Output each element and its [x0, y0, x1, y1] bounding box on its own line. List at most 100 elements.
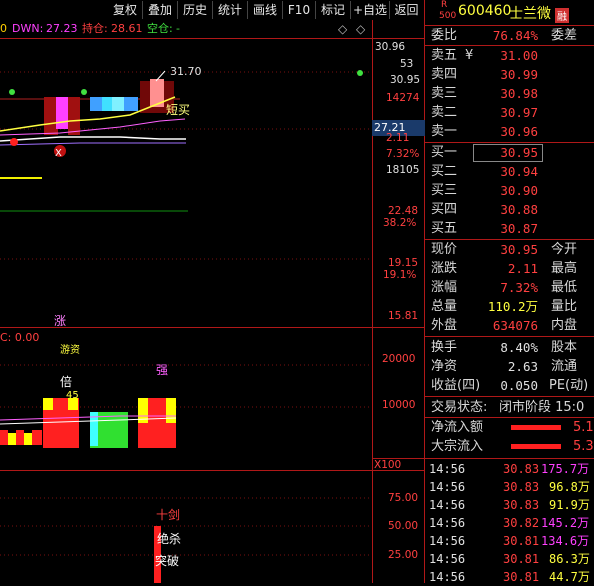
volume-chart: 游资 倍 45 强	[0, 343, 372, 448]
toolbar-f10-button[interactable]: F10	[283, 1, 316, 19]
tick-row: 14:56 30.83 91.9万	[425, 496, 594, 514]
stat2-row: 净资 2.63 流通	[425, 357, 594, 376]
flow-row: 净流入额 5.1	[425, 418, 594, 437]
indicator-info-line: 0 DWN: 27.23 持仓: 28.61 空仓: - ◇ ◇	[0, 20, 424, 38]
sell-level-price: 30.99	[500, 67, 538, 82]
buy-level-3[interactable]: 买三 30.90	[425, 181, 594, 200]
stock-code: 600460	[458, 3, 512, 19]
main-price-chart: X 31.70 短买 涨	[0, 65, 372, 327]
toolbar-stats-button[interactable]: 统计	[213, 1, 248, 19]
weicha-label: 委差	[551, 28, 578, 43]
buy-level-2[interactable]: 买二 30.94	[425, 162, 594, 181]
toolbar-draw-button[interactable]: 画线	[248, 1, 283, 19]
axis-1915: 19.15	[388, 257, 419, 269]
sell-level-price: 30.97	[500, 105, 538, 120]
stat-value: 7.32%	[500, 280, 538, 295]
sell-level-label: 卖一	[431, 124, 458, 139]
toolbar-fuquan-button[interactable]: 复权	[108, 1, 143, 19]
hold-value: 28.61	[111, 22, 143, 35]
buy-level-4[interactable]: 买四 30.88	[425, 200, 594, 219]
buy-level-label: 买一	[431, 145, 458, 160]
buy-level-price: 30.94	[500, 164, 538, 179]
tick-row: 14:56 30.81 134.6万	[425, 532, 594, 550]
volume-bar	[32, 430, 42, 445]
stat-label: 换手	[431, 340, 458, 355]
sell-level-price: 30.96	[500, 124, 538, 139]
tick-time: 14:56	[429, 534, 466, 548]
axis-change-pct: 7.32%	[386, 148, 420, 160]
margin-tag: 融	[555, 8, 569, 23]
trade-status-value: 闭市阶段 15:0	[499, 400, 585, 415]
toolbar-mark-button[interactable]: 标记	[316, 1, 351, 19]
volume-bar	[16, 430, 24, 445]
market-sub: 500	[439, 11, 457, 21]
axis-price-top: 30.96	[375, 41, 406, 53]
weibi-value: 76.84%	[492, 28, 538, 43]
flow-value: 5.1	[573, 420, 594, 435]
volume-value-label: 45	[66, 390, 79, 401]
buy-level-price: 30.95	[500, 145, 538, 160]
axis-191pct: 19.1%	[383, 269, 417, 281]
ma-purple-line	[0, 142, 186, 146]
bei-label: 倍	[60, 374, 72, 389]
tupo-label: 突破	[155, 553, 179, 568]
tick-row: 14:56 30.81 86.3万	[425, 550, 594, 568]
green-diamond-marker	[357, 70, 363, 76]
diamond-icon-2[interactable]: ◇	[356, 20, 365, 38]
stat2-row: 换手 8.40% 股本	[425, 338, 594, 357]
stat-value: 2.63	[507, 359, 538, 374]
tick-volume: 145.2万	[541, 516, 590, 530]
toolbar-add-favorite-button[interactable]: +自选	[351, 1, 390, 19]
diamond-icon[interactable]: ◇	[338, 20, 347, 38]
sell-level-5[interactable]: 卖五 ¥ 31.00	[425, 46, 594, 65]
sell-level-2[interactable]: 卖二 30.97	[425, 103, 594, 122]
tick-price: 30.83	[503, 462, 540, 476]
tick-row: 14:56 30.81 44.7万	[425, 568, 594, 586]
flow-bar	[511, 425, 561, 430]
toolbar-overlay-button[interactable]: 叠加	[143, 1, 178, 19]
axis-18105: 18105	[386, 164, 420, 176]
axis-price-53: 53	[400, 58, 414, 70]
flow-value: 5.3	[573, 439, 594, 454]
toolbar-back-button[interactable]: 返回	[390, 1, 423, 19]
tick-row: 14:56 30.82 145.2万	[425, 514, 594, 532]
candle-block-blue	[90, 97, 102, 111]
axis-382pct: 38.2%	[383, 217, 417, 229]
dwn-label: DWN:	[12, 22, 44, 35]
toolbar-history-button[interactable]: 历史	[178, 1, 213, 19]
x-mark-label: X	[55, 148, 62, 159]
stat-label: 总量	[431, 299, 458, 314]
tick-price: 30.82	[503, 516, 540, 530]
stat-label-2: 最低	[551, 280, 578, 295]
indicator-axis-25: 25.00	[388, 549, 419, 561]
tick-price: 30.81	[503, 570, 540, 584]
sell-level-price: 31.00	[500, 48, 538, 63]
chart-axis-divider	[372, 20, 373, 583]
stat-label: 现价	[431, 242, 458, 257]
weibi-label: 委比	[431, 28, 458, 43]
trade-status-row: 交易状态: 闭市阶段 15:0	[425, 398, 594, 417]
buy-level-label: 买五	[431, 221, 458, 236]
sell-level-1[interactable]: 卖一 30.96	[425, 122, 594, 141]
stat-value: 110.2万	[487, 299, 538, 314]
quote-divider	[425, 336, 594, 337]
yen-mark: ¥	[465, 48, 474, 63]
stat-row: 外盘 634076 内盘	[425, 316, 594, 335]
sell-level-3[interactable]: 卖三 30.98	[425, 84, 594, 103]
stat-label: 收益(四)	[431, 378, 481, 393]
stat-label: 涨跌	[431, 261, 458, 276]
indicator-axis-75: 75.00	[388, 492, 419, 504]
candle-block-cyan	[102, 97, 112, 111]
axis-volume-14274: 14274	[386, 92, 420, 104]
stat2-row: 收益(四) 0.050 PE(动)	[425, 376, 594, 395]
stat-label: 外盘	[431, 318, 458, 333]
buy-level-label: 买三	[431, 183, 458, 198]
stat-value: 2.11	[507, 261, 538, 276]
tick-volume: 134.6万	[541, 534, 590, 548]
stat-label-2: 股本	[551, 340, 578, 355]
sell-level-4[interactable]: 卖四 30.99	[425, 65, 594, 84]
buy-level-5[interactable]: 买五 30.87	[425, 219, 594, 238]
zero-label: 0	[0, 22, 7, 35]
buy-level-1[interactable]: 买一 30.95	[425, 143, 594, 162]
volume-bar	[24, 433, 32, 445]
